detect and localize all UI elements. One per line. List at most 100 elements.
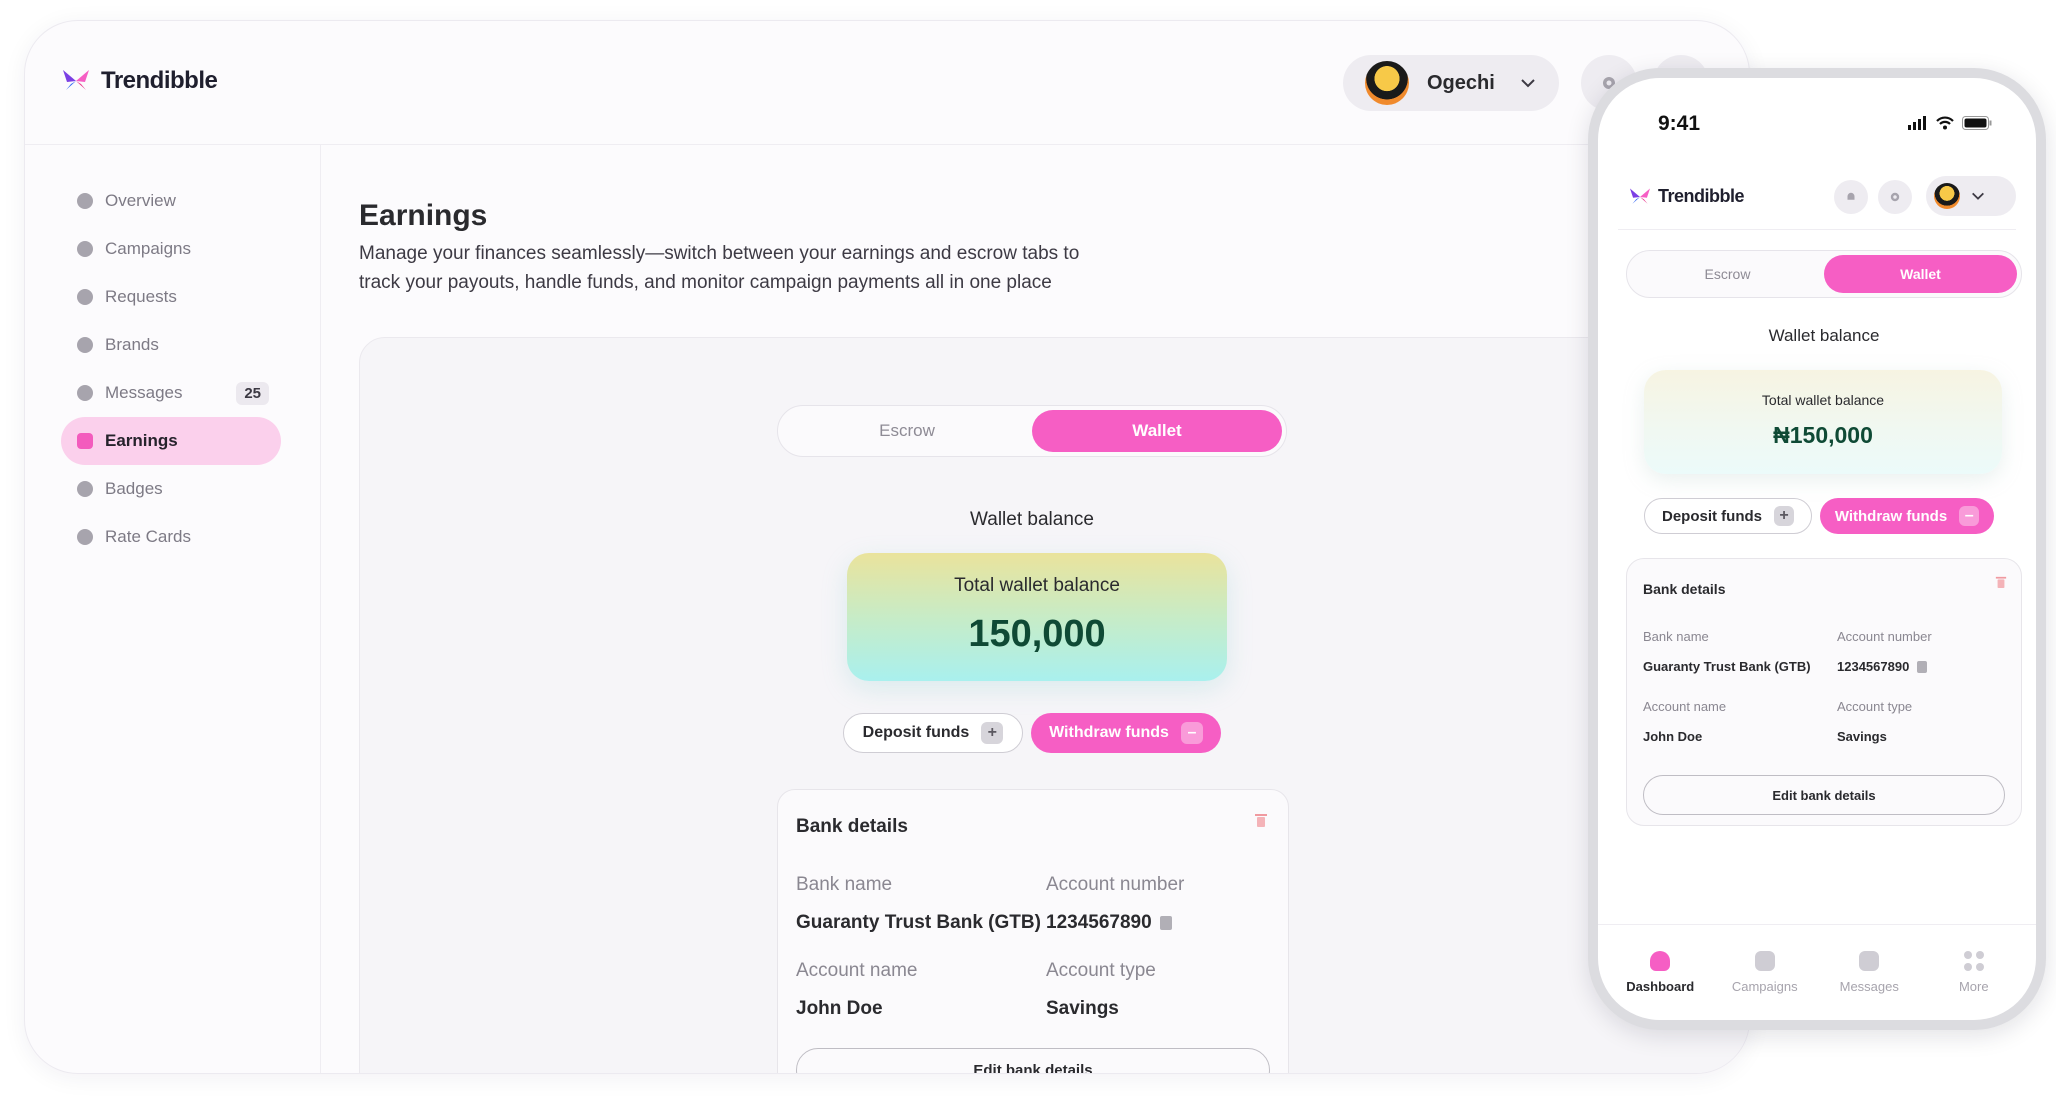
bank-name-value: Guaranty Trust Bank (GTB): [796, 912, 1041, 933]
account-name-label: Account name: [796, 960, 918, 981]
page-title: Earnings: [359, 199, 488, 232]
bottom-nav-label: Campaigns: [1731, 979, 1798, 994]
brand-logo[interactable]: Trendibble: [1628, 186, 1745, 207]
bottom-nav-label: Dashboard: [1626, 979, 1695, 994]
trash-icon[interactable]: [1254, 812, 1268, 828]
wallet-balance-label: Wallet balance: [1768, 326, 1880, 345]
chart-icon: [1754, 951, 1775, 971]
grid-icon: [1963, 951, 1984, 971]
check-circle-icon: [77, 289, 93, 305]
balance-card-title: Total wallet balance: [1761, 392, 1885, 408]
account-number-label: Account number: [1046, 874, 1185, 895]
minus-icon: –: [1959, 506, 1980, 526]
top-header: Trendibble Ogechi: [25, 21, 1749, 145]
brand-logo[interactable]: Trendibble: [61, 67, 218, 95]
tab-wallet[interactable]: Wallet: [1824, 255, 2017, 293]
edit-bank-details-button[interactable]: Edit bank details: [1643, 775, 2005, 815]
tab-escrow[interactable]: Escrow: [782, 410, 1032, 452]
bottom-nav-dashboard[interactable]: Dashboard: [1608, 925, 1713, 1020]
sidebar-item-rate-cards[interactable]: Rate Cards: [61, 513, 281, 561]
sidebar-item-requests[interactable]: Requests: [61, 273, 281, 321]
sidebar-item-label: Rate Cards: [105, 527, 191, 546]
card-icon: [77, 529, 93, 545]
settings-button[interactable]: [1878, 180, 1912, 214]
sidebar-item-label: Brands: [105, 335, 159, 354]
user-name: Ogechi: [1427, 71, 1495, 94]
deposit-funds-label: Deposit funds: [1662, 507, 1762, 525]
account-number-value: 1234567890: [1046, 912, 1152, 933]
account-type-label: Account type: [1046, 960, 1156, 981]
bank-name-label: Bank name: [1643, 629, 1709, 644]
tab-escrow[interactable]: Escrow: [1631, 255, 1824, 293]
sidebar-item-label: Requests: [105, 287, 177, 306]
tab-wallet[interactable]: Wallet: [1032, 410, 1282, 452]
escrow-wallet-toggle: Escrow Wallet: [1626, 250, 2022, 298]
status-bar-icons: [1908, 116, 1992, 130]
wallet-balance-label: Wallet balance: [970, 509, 1094, 530]
wallet-icon: [77, 433, 93, 449]
withdraw-funds-button[interactable]: Withdraw funds –: [1031, 713, 1221, 753]
bottom-nav-label: Messages: [1839, 979, 1899, 994]
chevron-down-icon: [1521, 79, 1535, 88]
bank-details-title: Bank details: [1643, 581, 1726, 597]
balance-amount: 150,000: [968, 613, 1106, 655]
home-icon: [77, 193, 93, 209]
gear-icon: [1890, 192, 1900, 202]
sidebar-item-label: Campaigns: [105, 239, 191, 258]
mobile-header: Trendibble: [1618, 168, 2016, 230]
butterfly-logo-icon: [63, 70, 89, 90]
users-icon: [77, 337, 93, 353]
bottom-nav-campaigns[interactable]: Campaigns: [1713, 925, 1818, 1020]
account-name-value: John Doe: [796, 998, 883, 1019]
status-bar-time: 9:41: [1658, 112, 1701, 135]
account-type-value: Savings: [1837, 729, 1887, 744]
deposit-funds-button[interactable]: Deposit funds +: [843, 713, 1023, 753]
home-icon: [1650, 951, 1671, 971]
sidebar-item-earnings[interactable]: Earnings: [61, 417, 281, 465]
wallet-balance-card: Total wallet balance 150,000: [847, 553, 1227, 681]
sidebar-item-label: Earnings: [105, 431, 178, 450]
user-menu[interactable]: Ogechi: [1343, 55, 1559, 111]
account-type-value: Savings: [1046, 998, 1119, 1019]
notifications-button[interactable]: [1834, 180, 1868, 214]
account-number-value: 1234567890: [1837, 659, 1910, 674]
withdraw-funds-button[interactable]: Withdraw funds –: [1820, 498, 1994, 534]
bottom-nav: Dashboard Campaigns Messages More: [1598, 924, 2036, 1020]
sidebar-item-label: Messages: [105, 383, 183, 402]
sidebar-item-badges[interactable]: Badges: [61, 465, 281, 513]
sidebar-item-messages[interactable]: Messages 25: [61, 369, 281, 417]
copy-icon[interactable]: [1917, 660, 1928, 673]
account-name-label: Account name: [1643, 699, 1727, 714]
deposit-funds-label: Deposit funds: [862, 724, 970, 741]
desktop-app-window: Trendibble Ogechi Overview Campaigns Req…: [24, 20, 1750, 1074]
account-type-label: Account type: [1837, 699, 1913, 714]
plus-icon: +: [1774, 506, 1794, 526]
bank-details-title: Bank details: [796, 816, 908, 837]
deposit-funds-button[interactable]: Deposit funds +: [1644, 498, 1812, 534]
sidebar-item-brands[interactable]: Brands: [61, 321, 281, 369]
bell-icon: [1847, 192, 1855, 200]
copy-icon[interactable]: [1159, 916, 1172, 930]
sidebar-item-overview[interactable]: Overview: [61, 177, 281, 225]
bottom-nav-label: More: [1958, 979, 1989, 994]
bottom-nav-messages[interactable]: Messages: [1817, 925, 1922, 1020]
user-menu[interactable]: [1926, 176, 2016, 216]
bottom-nav-more[interactable]: More: [1922, 925, 2027, 1020]
bank-name-value: Guaranty Trust Bank (GTB): [1643, 659, 1811, 674]
chevron-down-icon: [1972, 192, 1984, 200]
mobile-screen: 9:41 Trendibble Escrow Wallet Wallet bal…: [1598, 78, 2036, 1020]
brand-name: Trendibble: [1658, 186, 1745, 206]
bank-details-card: Bank details Bank name Guaranty Trust Ba…: [1626, 558, 2022, 826]
sidebar-item-campaigns[interactable]: Campaigns: [61, 225, 281, 273]
chart-icon: [77, 241, 93, 257]
plus-icon: +: [981, 722, 1004, 744]
withdraw-funds-label: Withdraw funds: [1049, 724, 1169, 741]
minus-icon: –: [1180, 722, 1203, 744]
balance-card-title: Total wallet balance: [954, 575, 1120, 596]
battery-icon: [1962, 116, 1992, 130]
bank-details-card: Bank details Bank name Guaranty Trust Ba…: [777, 789, 1289, 1073]
badge-icon: [77, 481, 93, 497]
balance-amount: ₦150,000: [1773, 422, 1873, 448]
edit-bank-details-button[interactable]: Edit bank details: [796, 1048, 1270, 1073]
trash-icon[interactable]: [1995, 575, 2007, 589]
